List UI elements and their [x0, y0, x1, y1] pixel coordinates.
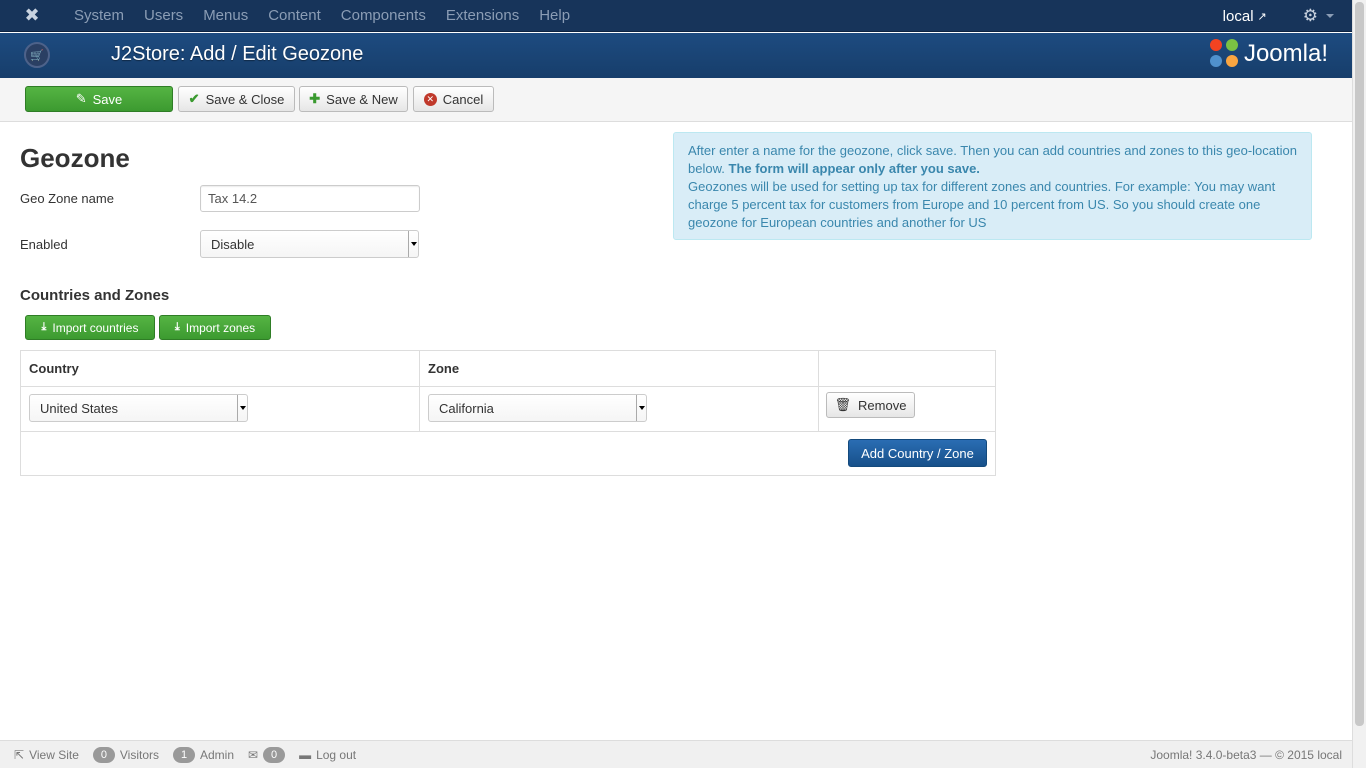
zone-select-value: California: [439, 400, 494, 416]
version-info: Joomla! 3.4.0-beta3 — © 2015 local: [1150, 748, 1342, 762]
visitors-badge: 0: [92, 746, 115, 763]
select-arrow-icon: [237, 395, 247, 421]
form-title: Geozone: [20, 143, 130, 173]
menu-users[interactable]: Users: [134, 0, 193, 32]
toolbar: ✎ Save ✔ Save & Close ✚ Save & New ✕ Can…: [0, 78, 1352, 122]
joomla-menu-icon[interactable]: ✖: [0, 0, 64, 32]
joomla-logo-icon: [1209, 39, 1240, 69]
remove-button[interactable]: 🗑 Remove: [826, 392, 915, 418]
table-divider: [818, 386, 819, 431]
visitors-label: Visitors: [119, 747, 159, 762]
enabled-label: Enabled: [20, 237, 68, 252]
download-icon: ⤓: [174, 321, 180, 333]
page-scrollbar[interactable]: [1352, 0, 1366, 768]
save-button[interactable]: ✎ Save: [25, 86, 173, 112]
select-arrow-icon: [408, 231, 418, 257]
navbar-right: local ↗ ⚙: [1223, 0, 1334, 32]
table-divider: [419, 386, 420, 431]
status-bar: ⇱ View Site 0 Visitors 1 Admin ✉ 0 ▬ Log…: [0, 740, 1352, 768]
site-link-label: local: [1222, 7, 1254, 25]
menu-components[interactable]: Components: [331, 0, 436, 32]
external-link-icon: ↗: [1257, 10, 1267, 23]
menu-extensions[interactable]: Extensions: [436, 0, 529, 32]
column-header-country: Country: [21, 351, 420, 386]
gear-icon: ⚙: [1302, 6, 1318, 25]
download-icon: ⤓: [41, 321, 47, 333]
visitors-status: 0 Visitors: [92, 746, 159, 763]
menu-system[interactable]: System: [64, 0, 134, 32]
save-new-button[interactable]: ✚ Save & New: [299, 86, 408, 112]
geozone-name-input[interactable]: [200, 185, 420, 212]
j2store-icon: 🛒: [24, 42, 50, 68]
main-menu: System Users Menus Content Components Ex…: [64, 0, 580, 32]
trash-icon: 🗑: [834, 397, 852, 412]
import-countries-button[interactable]: ⤓ Import countries: [25, 315, 155, 340]
import-zones-button[interactable]: ⤓ Import zones: [159, 315, 271, 340]
admin-badge: 1: [173, 746, 195, 763]
view-site-link[interactable]: ⇱ View Site: [14, 748, 79, 762]
info-alert: After enter a name for the geozone, clic…: [673, 132, 1312, 240]
external-link-icon: ⇱: [14, 747, 25, 762]
remove-label: Remove: [858, 397, 907, 413]
menu-help[interactable]: Help: [529, 0, 580, 32]
zone-select[interactable]: California: [428, 394, 647, 422]
geozone-name-label: Geo Zone name: [20, 191, 114, 206]
joomla-logo: Joomla!: [1209, 39, 1328, 69]
table-divider: [21, 386, 995, 387]
add-country-zone-button[interactable]: Add Country / Zone: [848, 439, 987, 467]
user-menu[interactable]: ⚙: [1303, 6, 1334, 26]
info-text-2: Geozones will be used for setting up tax…: [688, 179, 1276, 230]
chevron-down-icon: [1326, 14, 1334, 18]
top-navbar: ✖ System Users Menus Content Components …: [0, 0, 1352, 32]
scrollbar-thumb[interactable]: [1355, 2, 1364, 726]
logout-label: Log out: [316, 747, 357, 762]
logout-link[interactable]: ▬ Log out: [299, 748, 356, 762]
import-countries-label: Import countries: [52, 320, 139, 335]
page-header: 🛒 J2Store: Add / Edit Geozone Joomla!: [0, 33, 1352, 78]
envelope-icon: ✉: [248, 747, 259, 762]
check-icon: ✔: [188, 91, 200, 106]
view-site-label: View Site: [29, 747, 79, 762]
enabled-select-value: Disable: [211, 236, 255, 252]
messages-badge: 0: [263, 746, 286, 763]
info-text-bold: The form will appear only after you save…: [728, 161, 980, 176]
save-button-label: Save: [92, 91, 123, 107]
cancel-label: Cancel: [442, 91, 484, 107]
save-new-label: Save & New: [326, 91, 398, 107]
admin-status: 1 Admin: [173, 746, 235, 763]
save-close-label: Save & Close: [205, 91, 285, 107]
menu-menus[interactable]: Menus: [193, 0, 258, 32]
cancel-button[interactable]: ✕ Cancel: [413, 86, 494, 112]
enabled-select[interactable]: Disable: [200, 230, 419, 258]
table-divider: [21, 431, 995, 432]
site-link[interactable]: local ↗: [1223, 8, 1267, 25]
countries-zones-heading: Countries and Zones: [20, 287, 170, 304]
joomla-brand-text: Joomla!: [1243, 40, 1328, 67]
import-zones-label: Import zones: [185, 320, 256, 335]
plus-icon: ✚: [309, 91, 321, 106]
select-arrow-icon: [636, 395, 646, 421]
messages-status[interactable]: ✉ 0: [248, 746, 286, 763]
cancel-icon: ✕: [423, 92, 437, 106]
minus-icon: ▬: [299, 747, 312, 762]
country-select-value: United States: [40, 400, 119, 416]
edit-icon: ✎: [75, 91, 87, 106]
column-header-zone: Zone: [420, 351, 819, 386]
save-close-button[interactable]: ✔ Save & Close: [178, 86, 295, 112]
country-select[interactable]: United States: [29, 394, 248, 422]
admin-label: Admin: [200, 747, 235, 762]
menu-content[interactable]: Content: [258, 0, 331, 32]
page-title: J2Store: Add / Edit Geozone: [111, 43, 364, 65]
